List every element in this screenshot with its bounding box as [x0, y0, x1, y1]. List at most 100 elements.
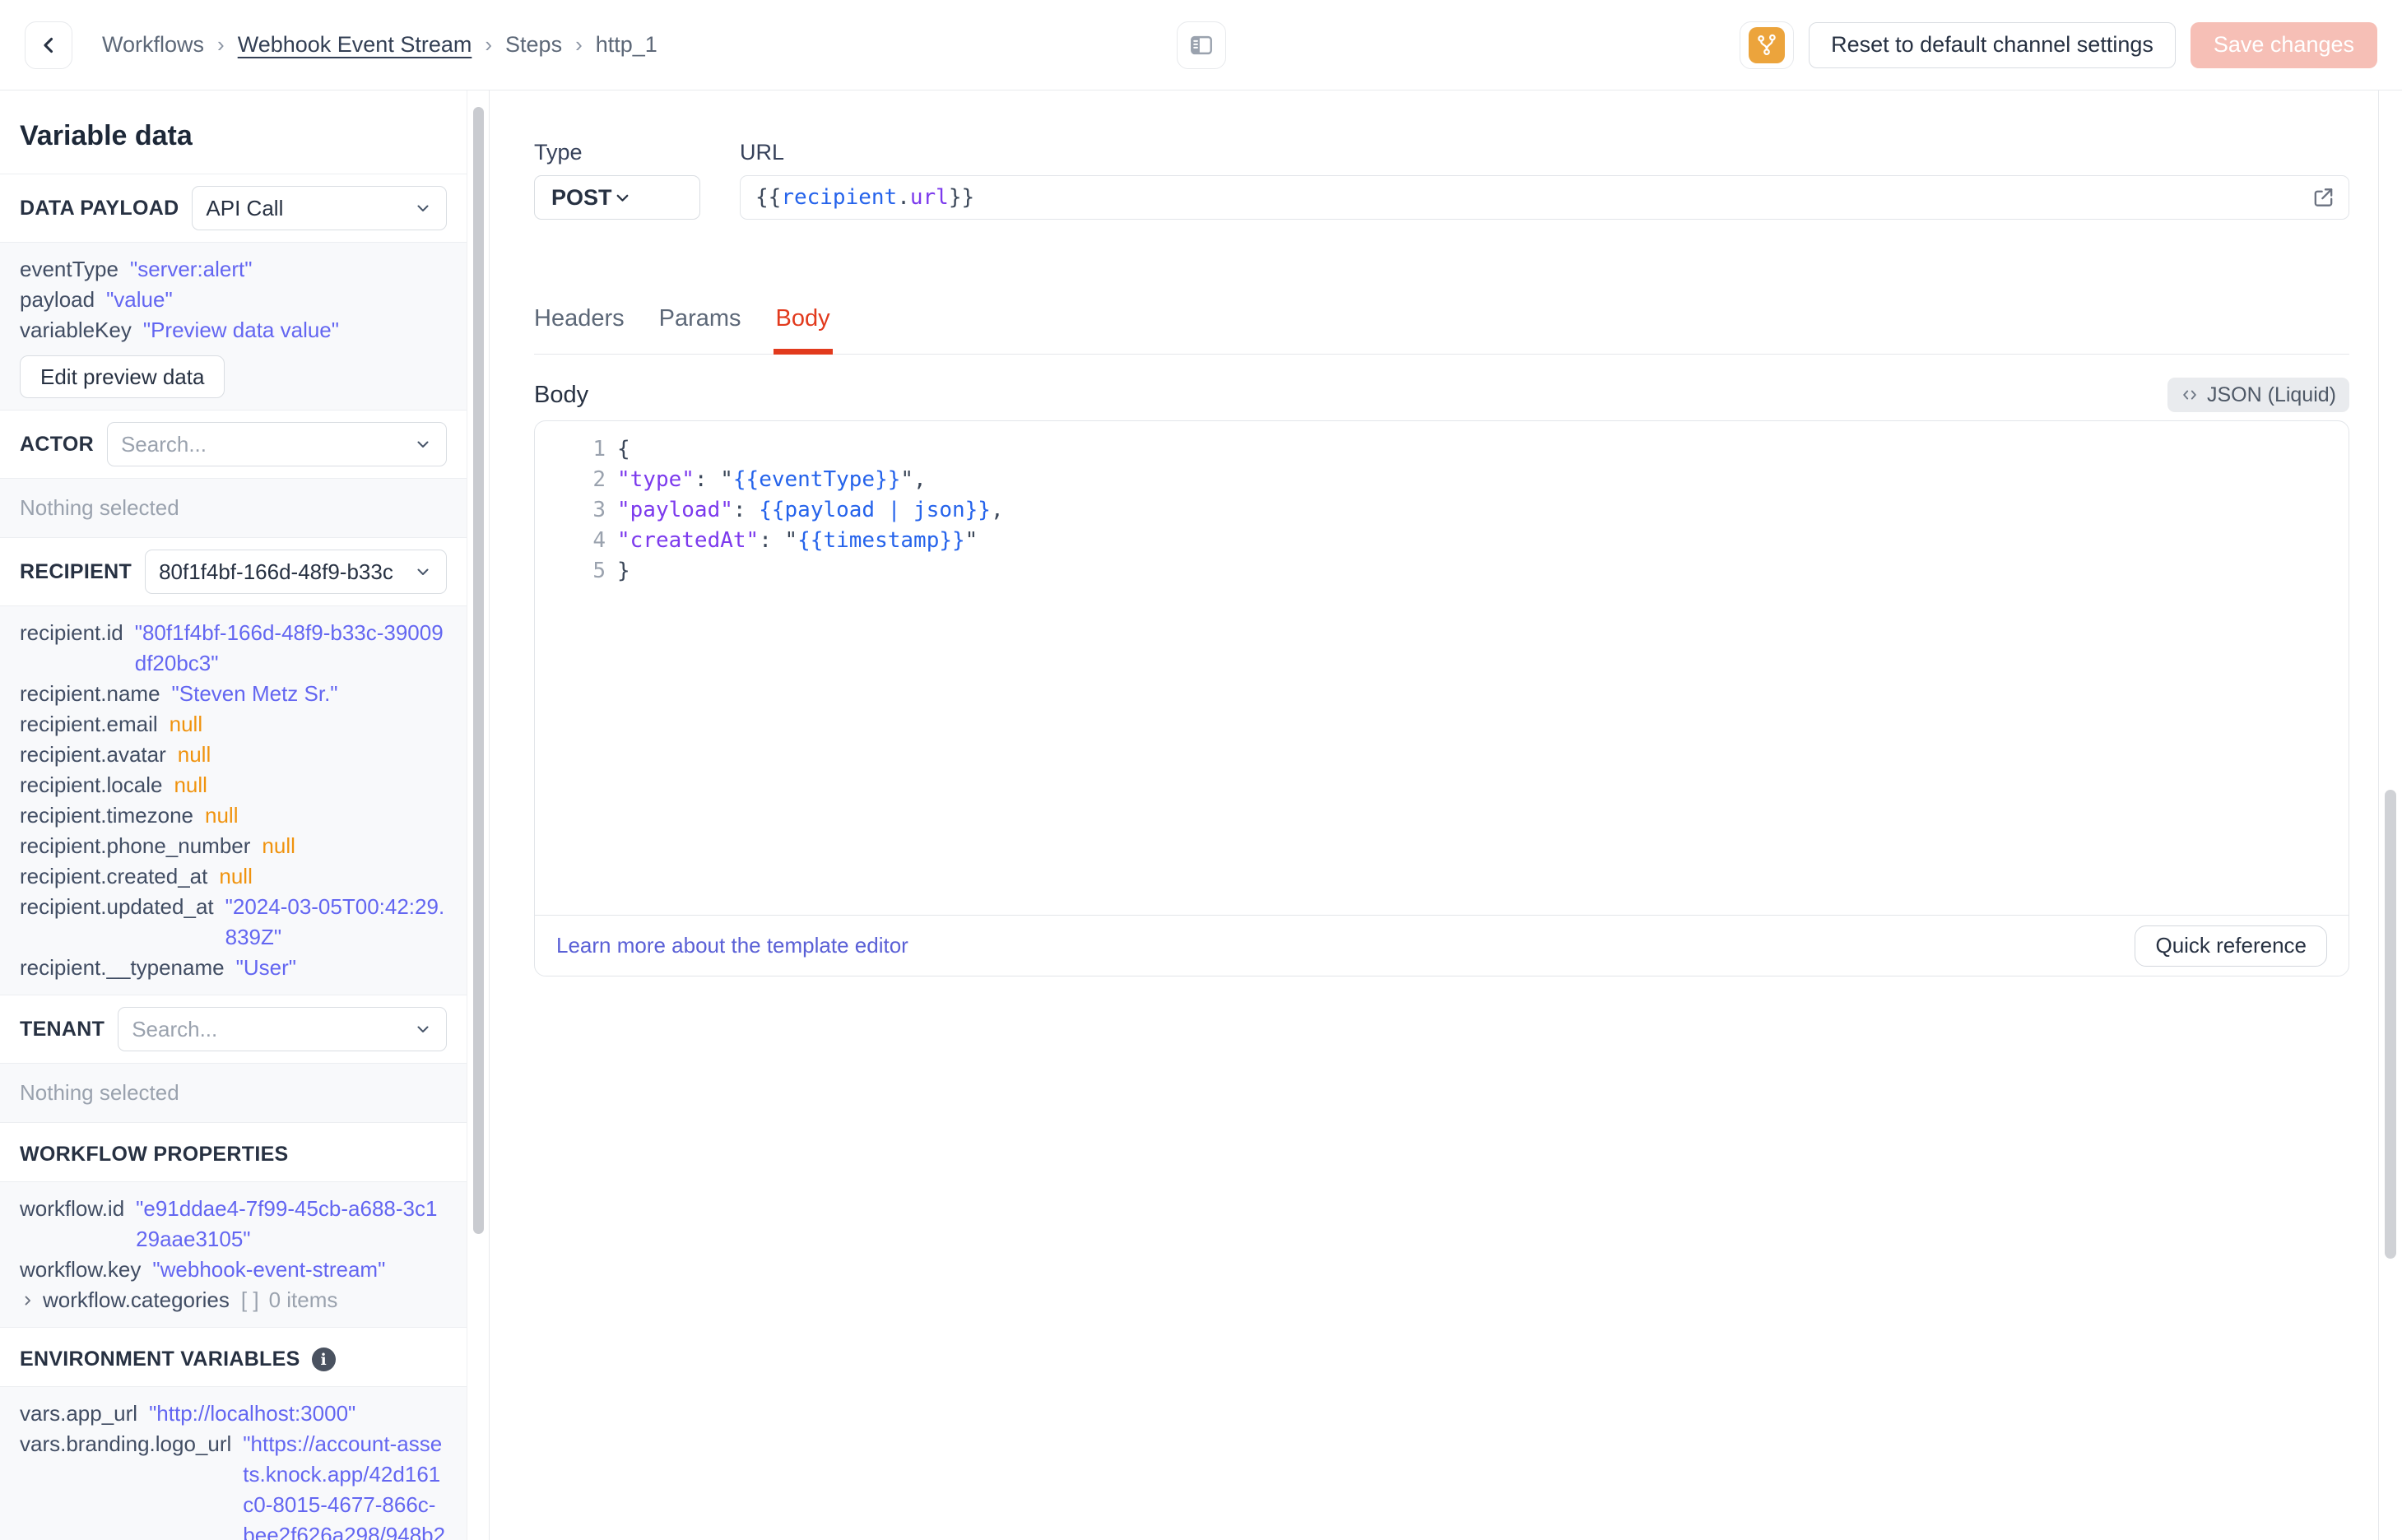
code-token: . — [897, 185, 910, 210]
property-row: workflow.key "webhook-event-stream" — [20, 1255, 447, 1285]
breadcrumb-separator: › — [485, 32, 493, 57]
sidebar-title: Variable data — [20, 120, 193, 151]
language-badge: JSON (Liquid) — [2167, 378, 2349, 412]
reset-default-button[interactable]: Reset to default channel settings — [1809, 21, 2176, 68]
code-token: " — [964, 528, 978, 553]
content-area: Variable data DATA PAYLOAD API Call even… — [0, 90, 2402, 1540]
tab-params[interactable]: Params — [659, 305, 741, 354]
main-scrollbar-thumb[interactable] — [2385, 790, 2396, 1259]
recipient-field: RECIPIENT 80f1f4bf-166d-48f9-b33c — [0, 538, 467, 605]
code-token: { — [617, 437, 630, 462]
url-label: URL — [740, 140, 785, 165]
back-button[interactable] — [25, 21, 72, 69]
language-badge-label: JSON (Liquid) — [2207, 383, 2336, 406]
data-payload-value: API Call — [206, 195, 284, 220]
env-props-list: vars.app_url "http://localhost:3000" vars.… — [20, 1399, 447, 1540]
code-token: "createdAt" — [617, 528, 760, 553]
main-scrollbar-track[interactable] — [2378, 90, 2402, 1540]
code-content: } — [617, 556, 630, 587]
data-payload-label: DATA PAYLOAD — [20, 196, 179, 220]
chevron-down-icon — [407, 1019, 433, 1039]
body-section-title: Body — [534, 381, 589, 408]
property-value: "http://localhost:3000" — [149, 1401, 356, 1426]
code-line: 4 "createdAt": "{{timestamp}}" — [535, 526, 2349, 556]
code-token: {{ — [755, 185, 782, 210]
external-link-icon[interactable] — [2311, 186, 2335, 210]
edit-preview-data-button[interactable]: Edit preview data — [20, 355, 225, 398]
code-line: 5} — [535, 556, 2349, 587]
property-row: workflow.id "e91ddae4-7f99-45cb-a688-3c12… — [20, 1194, 447, 1255]
tab-headers[interactable]: Headers — [534, 305, 625, 354]
tenant-label: TENANT — [20, 1017, 105, 1041]
method-select[interactable]: POST — [534, 175, 700, 220]
tenant-select[interactable]: Search... — [118, 1007, 447, 1051]
breadcrumb-separator: › — [575, 32, 583, 57]
code-content: "createdAt": "{{timestamp}}" — [617, 526, 978, 556]
property-row: recipient.created_at null — [20, 861, 447, 892]
code-content: "type": "{{eventType}}", — [617, 465, 927, 495]
property-row[interactable]: workflow.categories [ ] 0 items — [20, 1285, 447, 1315]
actor-field: ACTOR Search... — [0, 411, 467, 478]
recipient-properties-panel: recipient.id "80f1f4bf-166d-48f9-b33c-390… — [0, 606, 467, 995]
property-key: workflow.id — [20, 1196, 125, 1221]
property-key: recipient.id — [20, 620, 123, 645]
git-branch-icon — [1749, 26, 1786, 63]
code-line: 1{ — [535, 434, 2349, 465]
property-value: "value" — [106, 287, 173, 312]
actor-select[interactable]: Search... — [106, 422, 447, 466]
code-token: ", — [900, 467, 927, 492]
chevron-right-icon — [20, 1285, 36, 1315]
type-group: Type POST — [534, 140, 700, 220]
sidebar-scrollbar[interactable] — [473, 107, 484, 1234]
body-template-editor: 1{2 "type": "{{eventType}}", 3 "payload": {… — [534, 420, 2349, 976]
payload-props-list: eventType "server:alert" payload "value" var… — [20, 254, 447, 346]
property-value: null — [177, 742, 211, 767]
save-changes-button[interactable]: Save changes — [2190, 21, 2377, 68]
chevron-down-icon — [407, 198, 433, 218]
environment-variables-header: ENVIRONMENT VARIABLES i — [0, 1328, 467, 1386]
property-value: "Steven Metz Sr." — [171, 681, 338, 706]
panel-layout-icon — [1188, 32, 1215, 58]
tab-body[interactable]: Body — [773, 305, 833, 355]
property-row: payload "value" — [20, 285, 447, 315]
property-key: recipient.email — [20, 712, 158, 736]
property-row: recipient.name "Steven Metz Sr." — [20, 679, 447, 709]
app-root: Workflows › Webhook Event Stream › Steps › htt… — [0, 0, 2402, 1540]
code-content: "payload": {{payload | json}}, — [617, 495, 1004, 526]
property-row: recipient.phone_number null — [20, 831, 447, 861]
property-row: recipient.updated_at "2024-03-05T00:42:29… — [20, 892, 447, 953]
property-key: recipient.created_at — [20, 864, 208, 888]
data-payload-select[interactable]: API Call — [192, 186, 447, 230]
breadcrumb-item-http-1: http_1 — [595, 32, 657, 57]
sidebar-toggle-button[interactable] — [1176, 21, 1226, 69]
recipient-select[interactable]: 80f1f4bf-166d-48f9-b33c — [145, 550, 447, 594]
property-row: recipient.locale null — [20, 770, 447, 800]
info-icon[interactable]: i — [311, 1348, 336, 1371]
request-editor-main: Type POST URL {{recipient.url}} Headers … — [490, 90, 2402, 1540]
code-line: 2 "type": "{{eventType}}", — [535, 465, 2349, 495]
tenant-empty-state: Nothing selected — [0, 1064, 467, 1122]
actor-empty-state: Nothing selected — [0, 479, 467, 537]
property-row: recipient.id "80f1f4bf-166d-48f9-b33c-390… — [20, 618, 447, 679]
recipient-value: 80f1f4bf-166d-48f9-b33c — [159, 559, 393, 584]
property-key: recipient.__typename — [20, 955, 225, 980]
line-number: 1 — [592, 437, 606, 462]
property-value: null — [262, 833, 295, 858]
request-config-row: Type POST URL {{recipient.url}} — [534, 140, 2349, 220]
method-value: POST — [551, 184, 612, 210]
code-editor[interactable]: 1{2 "type": "{{eventType}}", 3 "payload": {… — [535, 421, 2349, 915]
url-input[interactable]: {{recipient.url}} — [740, 175, 2349, 220]
property-row: eventType "server:alert" — [20, 254, 447, 285]
environment-variables-title: ENVIRONMENT VARIABLES — [20, 1348, 300, 1371]
variable-data-sidebar: Variable data DATA PAYLOAD API Call even… — [0, 90, 490, 1540]
property-value: "Preview data value" — [142, 318, 339, 342]
quick-reference-button[interactable]: Quick reference — [2135, 925, 2327, 967]
code-line: 3 "payload": {{payload | json}}, — [535, 495, 2349, 526]
code-token: : — [732, 498, 760, 522]
commit-history-button[interactable] — [1740, 21, 1795, 69]
breadcrumb-item-workflows: Workflows — [102, 32, 205, 57]
property-row: recipient.avatar null — [20, 740, 447, 770]
template-editor-docs-link[interactable]: Learn more about the template editor — [556, 933, 908, 958]
breadcrumb-item-webhook-event-stream[interactable]: Webhook Event Stream — [238, 32, 472, 58]
property-value: null — [174, 772, 207, 797]
